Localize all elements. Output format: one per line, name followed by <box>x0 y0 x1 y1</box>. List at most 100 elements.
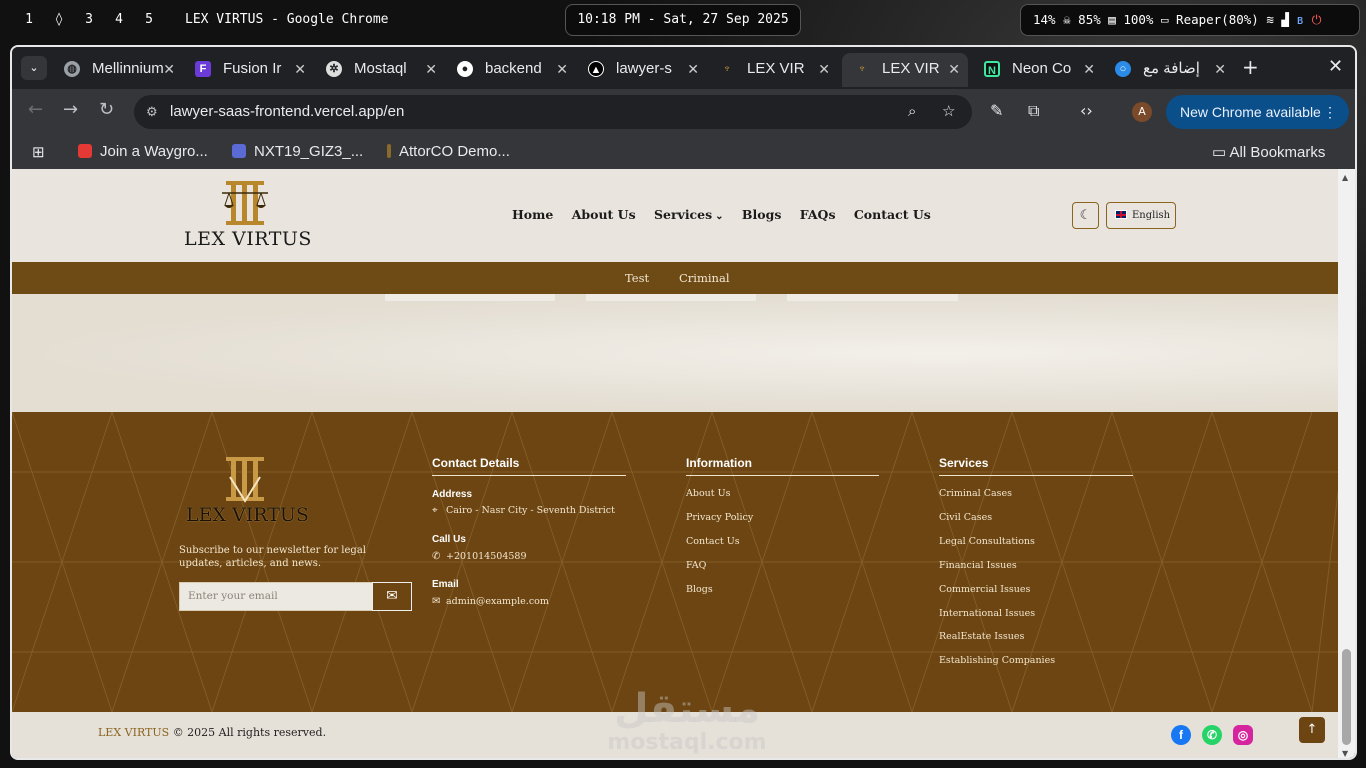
scrollbar-thumb[interactable] <box>1342 649 1351 745</box>
bookmark-star-icon[interactable]: ☆ <box>942 95 955 129</box>
watermark-arabic: مستقل <box>613 686 761 732</box>
nav-about[interactable]: About Us <box>572 207 636 222</box>
tab-neon[interactable]: N Neon Co ✕ <box>972 53 1103 87</box>
service-link-commercial[interactable]: Commercial Issues <box>939 584 1030 595</box>
address-label: Address <box>432 489 473 500</box>
workspace-droplet-icon[interactable]: ◊ <box>44 12 74 27</box>
profile-avatar[interactable]: A <box>1132 102 1152 122</box>
bookmark-favicon <box>78 144 92 158</box>
nav-faqs[interactable]: FAQs <box>800 207 836 222</box>
nav-services-label: Services <box>653 207 713 222</box>
close-icon[interactable]: ✕ <box>948 53 960 85</box>
zoom-icon[interactable]: ⌕ <box>908 95 916 129</box>
url-text[interactable]: lawyer-saas-frontend.vercel.app/en <box>170 103 404 120</box>
workspace-5[interactable]: 5 <box>134 12 164 27</box>
map-pin-icon: ⌖ <box>432 505 438 516</box>
phone-link[interactable]: ✆ +201014504589 <box>432 551 527 562</box>
tab-backend[interactable]: ● backend ✕ <box>445 53 576 87</box>
nav-contact[interactable]: Contact Us <box>854 207 931 222</box>
workspace-4[interactable]: 4 <box>104 12 134 27</box>
close-icon[interactable]: ✕ <box>1214 53 1226 85</box>
tab-search-button[interactable]: ⌄ <box>21 56 47 80</box>
teams-icon <box>232 144 246 158</box>
tab-fusion[interactable]: F Fusion Ir ✕ <box>183 53 314 87</box>
tab-mostaql[interactable]: ✲ Mostaql ✕ <box>314 53 445 87</box>
scales-logo-icon[interactable] <box>220 179 270 227</box>
scroll-to-top-button[interactable]: ↑ <box>1299 717 1325 743</box>
workspace-1[interactable]: 1 <box>14 12 44 27</box>
instagram-icon[interactable]: ◎ <box>1233 725 1253 745</box>
tab-mellinnium[interactable]: ◍ Mellinnium ✕ <box>52 53 183 87</box>
language-selector[interactable]: English <box>1106 202 1176 229</box>
tab-lawyer-saas[interactable]: ▲ lawyer-s ✕ <box>576 53 707 87</box>
bookmark-label: NXT19_GIZ3_... <box>254 143 364 160</box>
newsletter-email-input[interactable]: Enter your email <box>179 582 373 611</box>
all-bookmarks-folder[interactable]: ▭ All Bookmarks <box>1212 143 1325 161</box>
close-icon[interactable]: ✕ <box>818 53 830 85</box>
update-chrome-button[interactable]: New Chrome available ⋮ <box>1166 95 1349 129</box>
subnav-item-criminal[interactable]: Criminal <box>679 262 730 294</box>
back-icon[interactable]: ← <box>28 99 43 120</box>
devtools-icon[interactable]: ‹› <box>1080 101 1093 120</box>
newsletter-submit-button[interactable]: ✉ <box>372 582 412 611</box>
eyedropper-icon[interactable]: ✎ <box>990 101 1003 120</box>
service-link-criminal[interactable]: Criminal Cases <box>939 488 1012 499</box>
service-link-international[interactable]: International Issues <box>939 608 1035 619</box>
tab-mostaql-add[interactable]: ○ إضافة مع ✕ <box>1103 53 1234 87</box>
info-link-faq[interactable]: FAQ <box>686 560 706 571</box>
subnav-item-test[interactable]: Test <box>625 262 649 294</box>
workspace-switcher[interactable]: 1 ◊ 3 4 5 <box>14 12 164 27</box>
theme-toggle-button[interactable]: ☾ <box>1072 202 1099 229</box>
info-link-about[interactable]: About Us <box>686 488 731 499</box>
facebook-icon[interactable]: f <box>1171 725 1191 745</box>
tab-label: Mellinnium <box>92 60 164 77</box>
site-logo-text[interactable]: LEX VIRTUS <box>184 228 312 250</box>
page-scrollbar[interactable]: ▲ ▼ <box>1338 169 1355 758</box>
openai-icon: ✲ <box>326 61 342 77</box>
power-icon[interactable]: ⏻ <box>1312 12 1322 27</box>
nav-home[interactable]: Home <box>512 207 553 222</box>
scroll-down-icon[interactable]: ▼ <box>1342 749 1348 758</box>
service-link-civil[interactable]: Civil Cases <box>939 512 992 523</box>
whatsapp-icon[interactable]: ✆ <box>1202 725 1222 745</box>
more-menu-icon[interactable]: ⋮ <box>1323 95 1337 129</box>
active-window-title: LEX VIRTUS - Google Chrome <box>185 12 389 27</box>
scroll-up-icon[interactable]: ▲ <box>1342 173 1348 182</box>
bluetooth-icon[interactable]: ʙ <box>1297 12 1305 27</box>
bookmark-nxt19[interactable]: NXT19_GIZ3_... <box>232 143 363 160</box>
clock[interactable]: 10:18 PM - Sat, 27 Sep 2025 <box>565 4 801 36</box>
service-link-financial[interactable]: Financial Issues <box>939 560 1017 571</box>
copyright-brand: LEX VIRTUS <box>98 726 170 739</box>
email-link[interactable]: ✉ admin@example.com <box>432 596 549 607</box>
signal-icon[interactable]: ▟ <box>1281 12 1289 27</box>
forward-icon[interactable]: → <box>63 99 78 120</box>
bookmark-waygro[interactable]: Join a Waygro... <box>78 143 208 160</box>
close-icon[interactable]: ✕ <box>294 53 306 85</box>
close-icon[interactable]: ✕ <box>556 53 568 85</box>
tab-lex-virtus-active[interactable]: ♆ LEX VIR ✕ <box>842 53 968 87</box>
info-link-blogs[interactable]: Blogs <box>686 584 713 595</box>
wifi-icon[interactable]: ≋ <box>1266 12 1274 27</box>
apps-grid-icon[interactable]: ⊞ <box>32 143 45 161</box>
site-info-icon[interactable]: ⚙ <box>146 95 158 129</box>
bookmark-attorco[interactable]: AttorCO Demo... <box>387 143 510 160</box>
info-link-contact[interactable]: Contact Us <box>686 536 740 547</box>
close-icon[interactable]: ✕ <box>163 53 175 85</box>
workspace-3[interactable]: 3 <box>74 12 104 27</box>
reload-icon[interactable]: ↻ <box>99 99 114 120</box>
close-icon[interactable]: ✕ <box>687 53 699 85</box>
close-icon[interactable]: ✕ <box>1083 53 1095 85</box>
extensions-icon[interactable]: ⧉ <box>1028 101 1039 121</box>
info-link-privacy[interactable]: Privacy Policy <box>686 512 753 523</box>
address-bar[interactable]: ⚙ lawyer-saas-frontend.vercel.app/en ⌕ ☆ <box>134 95 972 129</box>
nav-services[interactable]: Services ⌄ <box>654 207 724 222</box>
nav-blogs[interactable]: Blogs <box>742 207 781 222</box>
close-window-icon[interactable]: ✕ <box>1328 56 1343 77</box>
tab-lex-virtus-1[interactable]: ♆ LEX VIR ✕ <box>707 53 838 87</box>
address-text: Cairo - Nasr City - Seventh District <box>446 505 615 516</box>
service-link-realestate[interactable]: RealEstate Issues <box>939 631 1024 642</box>
new-tab-icon[interactable]: + <box>1242 55 1259 79</box>
service-link-consultations[interactable]: Legal Consultations <box>939 536 1035 547</box>
service-link-companies[interactable]: Establishing Companies <box>939 655 1055 666</box>
close-icon[interactable]: ✕ <box>425 53 437 85</box>
